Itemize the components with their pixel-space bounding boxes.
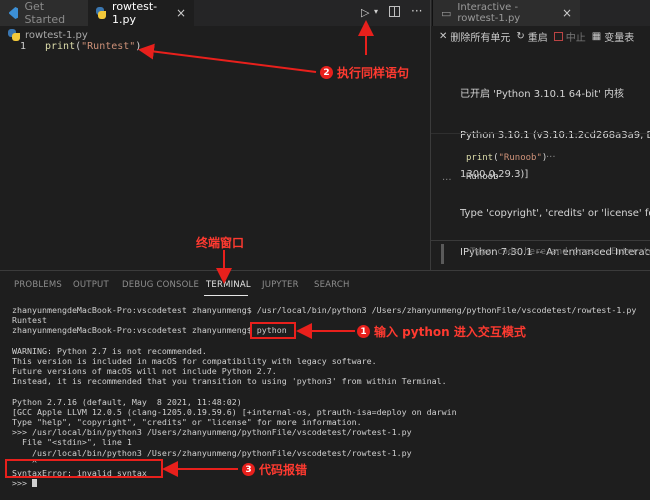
arrow-to-code-line bbox=[138, 43, 317, 73]
annotation-text: 终端窗口 bbox=[196, 236, 245, 250]
annotation-text: 输入 python 进入交互模式 bbox=[374, 325, 526, 339]
annotation-text: 执行同样语句 bbox=[337, 66, 410, 80]
annotation-number: 3 bbox=[242, 463, 255, 476]
annotation-text: 代码报错 bbox=[259, 463, 308, 477]
annotation-terminal-window: 终端窗口 bbox=[196, 234, 244, 251]
highlight-syntax-error bbox=[5, 459, 163, 478]
annotation-1: 1 输入 python 进入交互模式 bbox=[357, 323, 526, 340]
annotation-number: 1 bbox=[357, 325, 370, 338]
annotation-2: 2 执行同样语句 bbox=[320, 64, 409, 81]
annotation-number: 2 bbox=[320, 66, 333, 79]
highlight-python-command bbox=[250, 322, 296, 339]
annotation-3: 3 代码报错 bbox=[242, 461, 307, 478]
